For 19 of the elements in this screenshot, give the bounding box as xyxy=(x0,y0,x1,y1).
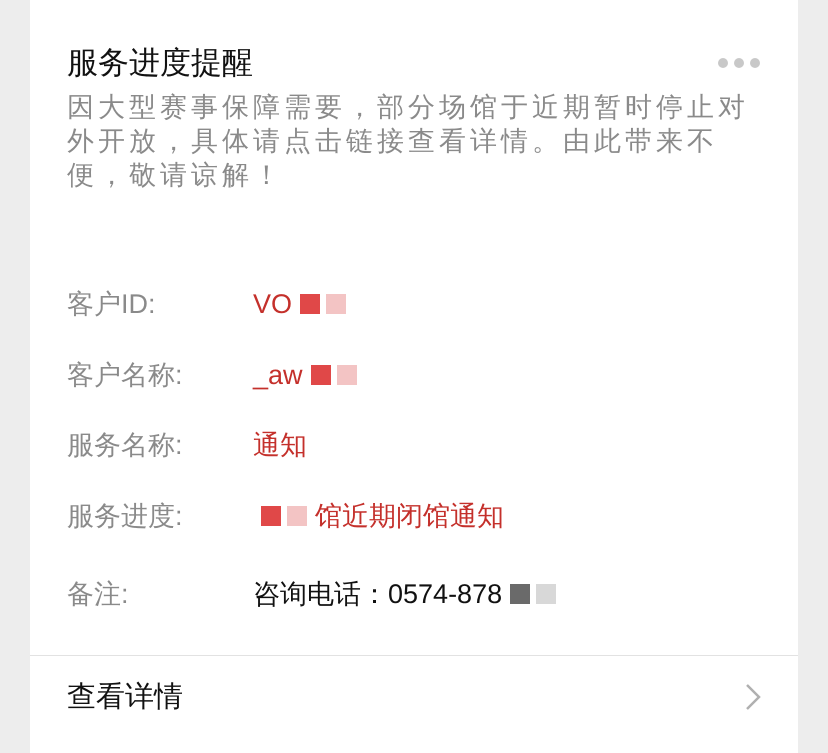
field-label: 服务进度: xyxy=(67,500,184,532)
field-value: VO xyxy=(253,288,292,321)
field-value: 馆近期闭馆通知 xyxy=(315,500,504,532)
mosaic-drawing xyxy=(510,584,556,604)
mosaic-drawing xyxy=(261,506,307,526)
card-title: 服务进度提醒 xyxy=(67,44,253,82)
field-label: 客户ID: xyxy=(67,288,157,321)
field-value: 咨询电话：0574-878 xyxy=(253,578,502,611)
view-details-link[interactable]: 查看详情 xyxy=(67,676,183,719)
chevron-right-icon[interactable] xyxy=(745,683,761,712)
notice-text: 因大型赛事保障需要，部分场馆于近期暂时停止对外开放，具体请点击链接查看详情。由此带来不便，敬请谅解！ xyxy=(67,91,750,192)
field-value: _aw xyxy=(253,358,303,392)
field-value: 通知 xyxy=(253,429,307,462)
mosaic-drawing xyxy=(300,294,346,314)
more-icon[interactable] xyxy=(717,57,761,69)
mosaic-drawing xyxy=(310,364,357,385)
field-label: 备注: xyxy=(67,578,130,611)
field-label: 客户名称: xyxy=(67,358,184,392)
field-label: 服务名称: xyxy=(67,429,184,462)
